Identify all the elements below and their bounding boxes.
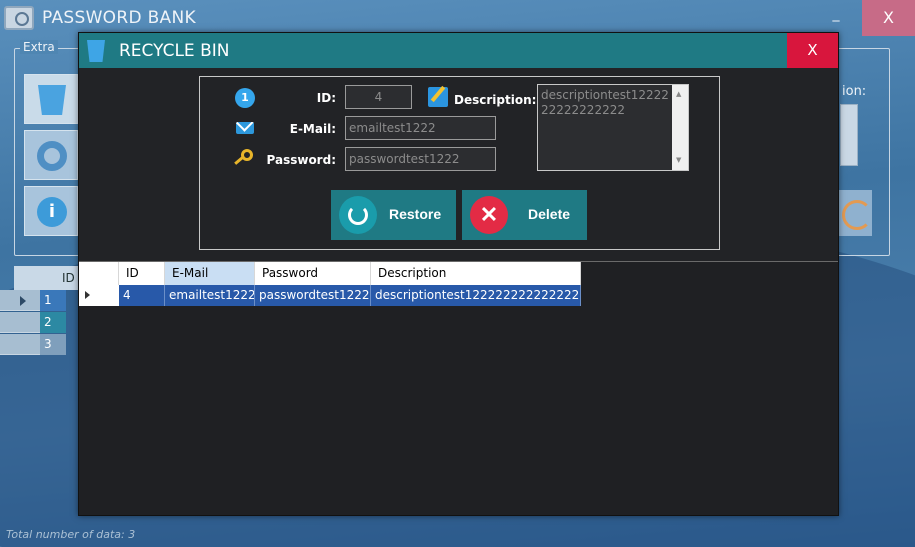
dialog-title: RECYCLE BIN xyxy=(119,41,230,61)
info-button[interactable]: i xyxy=(24,186,78,236)
recycle-bin-button[interactable] xyxy=(24,74,78,124)
cell-description: descriptiontest1222222222222222 xyxy=(371,285,581,306)
delete-button[interactable]: ✕ Delete xyxy=(462,190,587,240)
grid-corner xyxy=(79,262,119,285)
main-grid-header: ID xyxy=(14,266,80,290)
description-label: Description: xyxy=(454,93,537,107)
restore-button[interactable]: Restore xyxy=(331,190,456,240)
refresh-icon xyxy=(339,196,377,234)
password-label: Password: xyxy=(266,153,337,167)
main-grid-id-header: ID xyxy=(62,271,75,285)
main-grid-cell: 2 xyxy=(40,312,66,333)
password-field[interactable] xyxy=(345,147,496,171)
x-circle-icon: ✕ xyxy=(470,196,508,234)
recycle-bin-grid: ID E-Mail Password Description 4 emailte… xyxy=(79,261,838,515)
column-header-description[interactable]: Description xyxy=(371,262,581,285)
row-pointer-icon xyxy=(20,296,26,306)
delete-button-label: Delete xyxy=(528,206,571,222)
table-row[interactable]: 1 xyxy=(0,290,66,311)
settings-button[interactable] xyxy=(24,130,78,180)
info-icon: i xyxy=(37,197,67,227)
id-field[interactable] xyxy=(345,85,412,109)
minimize-button[interactable]: _ xyxy=(826,6,846,22)
extra-group-label: Extra xyxy=(20,40,58,54)
id-label: ID: xyxy=(316,91,336,105)
edit-pencil-icon xyxy=(428,87,448,107)
app-title: PASSWORD BANK xyxy=(42,8,196,28)
status-text: Total number of data: 3 xyxy=(6,528,136,541)
main-close-button[interactable]: X xyxy=(862,0,915,36)
email-label: E-Mail: xyxy=(289,122,336,136)
dialog-close-button[interactable]: X xyxy=(787,33,838,68)
cell-password: passwordtest1222 xyxy=(255,285,371,306)
recycle-bin-dialog: RECYCLE BIN X 1 ID: E-Mail: Password: De… xyxy=(78,32,839,516)
grid-header: ID E-Mail Password Description xyxy=(79,262,581,285)
partial-description-label: ion: xyxy=(842,84,867,99)
row-selector[interactable] xyxy=(79,285,119,306)
vault-icon xyxy=(4,6,34,30)
key-icon xyxy=(233,149,255,167)
table-row[interactable]: 4 emailtest1222 passwordtest1222 descrip… xyxy=(79,285,581,306)
cell-id: 4 xyxy=(119,285,165,306)
gear-icon xyxy=(37,141,67,171)
table-row[interactable]: 2 xyxy=(0,312,66,333)
recycle-bin-icon xyxy=(38,85,66,115)
cell-email: emailtest1222 xyxy=(165,285,255,306)
envelope-icon xyxy=(236,122,254,134)
number-one-icon: 1 xyxy=(235,88,255,108)
record-form: 1 ID: E-Mail: Password: Description: des… xyxy=(199,76,720,250)
restore-button-label: Restore xyxy=(389,206,442,222)
main-grid-cell: 3 xyxy=(40,334,66,355)
column-header-password[interactable]: Password xyxy=(255,262,371,285)
table-row[interactable]: 3 xyxy=(0,334,66,355)
partial-description-box[interactable] xyxy=(840,104,858,166)
main-grid-cell: 1 xyxy=(40,290,66,311)
dialog-titlebar: RECYCLE BIN X xyxy=(79,33,838,68)
column-header-email[interactable]: E-Mail xyxy=(165,262,255,285)
column-header-id[interactable]: ID xyxy=(119,262,165,285)
recycle-bin-icon xyxy=(87,40,105,62)
refresh-button[interactable] xyxy=(838,190,872,236)
description-scrollbar[interactable] xyxy=(672,85,688,170)
email-field[interactable] xyxy=(345,116,496,140)
description-field[interactable]: descriptiontest1222222222222222 xyxy=(537,84,689,171)
description-text: descriptiontest1222222222222222 xyxy=(541,88,669,117)
